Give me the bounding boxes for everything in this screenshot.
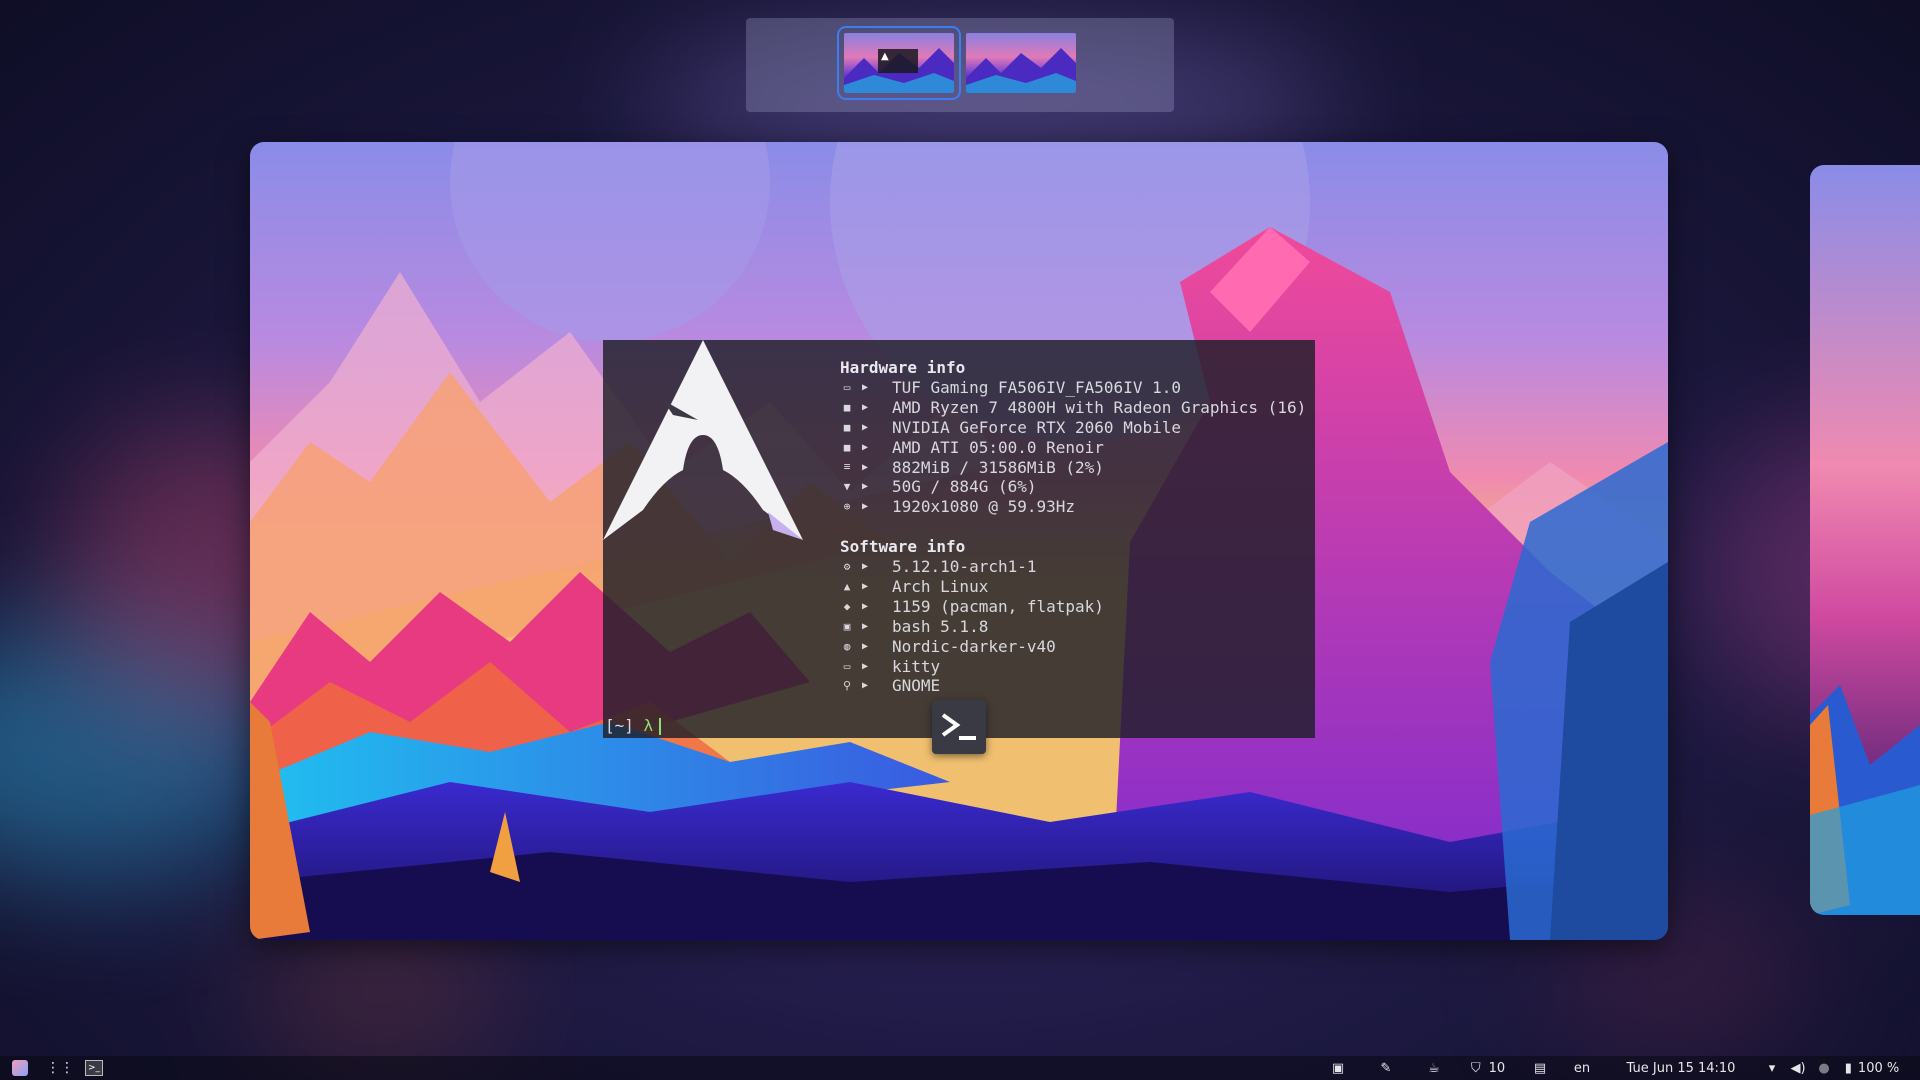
updates-count: 10 (1488, 1060, 1506, 1076)
shell-prompt[interactable]: [~] λ (605, 716, 662, 735)
clipboard-icon: ▤ (1533, 1060, 1547, 1076)
arrow-icon: ▶ (862, 381, 869, 393)
top-panel: ⋮⋮ >_ ▣ ✎ ☕ ⛉ 10 ▤ en Tue Jun 15 14:10 ▾ … (0, 1056, 1920, 1080)
cpu-icon: ■ (843, 400, 851, 414)
gpu-icon: ■ (843, 420, 851, 434)
workspace-thumbnail-2[interactable] (966, 33, 1076, 93)
arrow-icon: ▶ (862, 461, 869, 473)
workspace-switcher: ▲ (746, 18, 1174, 112)
arrow-icon: ▶ (862, 441, 869, 453)
info-row-kernel: ⚙ ▶ 5.12.10-arch1-1 (840, 557, 1306, 577)
kernel-icon: ⚙ (843, 560, 851, 573)
desktop-icon: ⚲ (842, 679, 852, 693)
info-row-cpu: ■ ▶ AMD Ryzen 7 4800H with Radeon Graphics… (840, 398, 1307, 418)
battery-percent: 100 % (1857, 1060, 1900, 1076)
arrow-icon: ▶ (862, 421, 869, 433)
arch-logo-icon: ▲ (881, 51, 889, 62)
terminal-taskbar-button[interactable]: >_ (84, 1056, 104, 1080)
arrow-icon: ▶ (862, 600, 869, 612)
shell-icon: ▣ (843, 619, 851, 633)
hardware-info-heading: Hardware info (840, 358, 966, 377)
system-info: Hardware info ▭ ▶ TUF Gaming FA506IV_FA506… (840, 358, 1306, 696)
arrow-icon: ▶ (862, 660, 869, 672)
info-row-display: ⊕ ▶ 1920x1080 @ 59.93Hz (840, 497, 1306, 517)
arrow-icon: ▶ (862, 580, 869, 592)
info-row-theme: ◍ ▶ Nordic-darker-v40 (840, 637, 1306, 657)
arrow-icon: ▶ (862, 501, 869, 513)
arch-logo-icon (603, 340, 803, 540)
terminal-icon: ▭ (843, 659, 851, 673)
activities-icon (12, 1060, 28, 1076)
keyboard-layout-button[interactable]: en (1570, 1056, 1594, 1080)
battery-icon: ▮ (1844, 1060, 1852, 1076)
info-row-gpu-1: ■ ▶ NVIDIA GeForce RTX 2060 Mobile (840, 418, 1306, 438)
workspace-preview[interactable]: Hardware info ▭ ▶ TUF Gaming FA506IV_FA506… (250, 142, 1668, 940)
app-grid-icon: ⋮⋮ (46, 1060, 74, 1076)
shield-icon: ⛉ (1470, 1060, 1481, 1076)
software-info-heading: Software info (840, 537, 966, 557)
info-row-disk: ▼ ▶ 50G / 884G (6%) (840, 477, 1306, 497)
arrow-icon: ▶ (862, 680, 869, 692)
theme-icon: ◍ (843, 639, 851, 653)
arrow-icon: ▶ (862, 620, 869, 632)
info-row-gpu-2: ■ ▶ AMD ATI 05:00.0 Renoir (840, 438, 1306, 458)
microphone-icon: ● (1818, 1060, 1830, 1076)
microphone-indicator[interactable]: ● (1814, 1056, 1834, 1080)
arrow-icon: ▶ (862, 640, 869, 652)
caffeine-button[interactable]: ☕ (1424, 1056, 1444, 1080)
packages-icon: ◆ (843, 599, 851, 613)
text-cursor (659, 718, 662, 735)
wifi-icon: ▾ (1768, 1060, 1776, 1076)
clipboard-button[interactable]: ▤ (1530, 1056, 1550, 1080)
workspace-thumbnail-1[interactable]: ▲ (837, 26, 961, 100)
info-row-model: ▭ ▶ TUF Gaming FA506IV_FA506IV 1.0 (840, 378, 1306, 398)
terminal-icon: >_ (85, 1060, 103, 1076)
clock[interactable]: Tue Jun 15 14:10 (1616, 1056, 1746, 1080)
info-row-terminal: ▭ ▶ kitty (840, 657, 1306, 677)
terminal-app-icon[interactable] (932, 700, 986, 754)
arch-icon: ▲ (843, 579, 851, 593)
info-row-memory: ≡ ▶ 882MiB / 31586MiB (2%) (840, 458, 1306, 478)
activities-button[interactable] (10, 1056, 30, 1080)
info-row-desktop: ⚲ ▶ GNOME (840, 676, 1306, 696)
display-icon: ⊕ (843, 500, 851, 514)
memory-icon: ≡ (843, 460, 851, 474)
disk-icon: ▼ (843, 480, 851, 494)
battery-indicator[interactable]: ▮ 100 % (1842, 1056, 1902, 1080)
prompt-symbol: λ (643, 716, 654, 735)
monitor-icon: ▣ (1331, 1060, 1345, 1076)
laptop-icon: ▭ (843, 380, 851, 394)
arrow-icon: ▶ (862, 561, 869, 573)
info-row-shell: ▣ ▶ bash 5.1.8 (840, 617, 1306, 637)
updates-indicator[interactable]: ⛉ 10 (1468, 1056, 1508, 1080)
eyedropper-icon: ✎ (1380, 1060, 1392, 1076)
next-workspace-preview[interactable] (1810, 165, 1920, 915)
wifi-indicator[interactable]: ▾ (1762, 1056, 1782, 1080)
volume-indicator[interactable]: ◀) (1788, 1056, 1808, 1080)
gpu-icon: ■ (843, 440, 851, 454)
prompt-directory: [~] (605, 716, 634, 735)
terminal-window[interactable]: Hardware info ▭ ▶ TUF Gaming FA506IV_FA506… (603, 340, 1315, 738)
app-grid-button[interactable]: ⋮⋮ (46, 1056, 74, 1080)
info-row-packages: ◆ ▶ 1159 (pacman, flatpak) (840, 597, 1306, 617)
coffee-icon: ☕ (1428, 1060, 1440, 1076)
color-picker-button[interactable]: ✎ (1376, 1056, 1396, 1080)
volume-icon: ◀) (1790, 1060, 1806, 1076)
screen-share-button[interactable]: ▣ (1328, 1056, 1348, 1080)
info-row-os: ▲ ▶ Arch Linux (840, 577, 1306, 597)
arrow-icon: ▶ (862, 481, 869, 493)
arrow-icon: ▶ (862, 401, 869, 413)
